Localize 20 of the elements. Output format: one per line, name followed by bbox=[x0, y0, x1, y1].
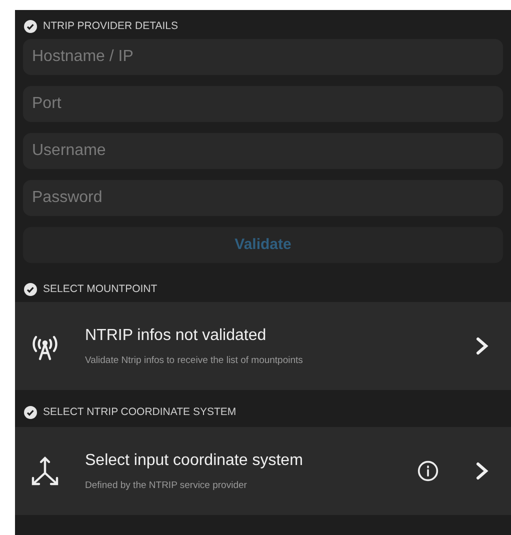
item-subtitle: Defined by the NTRIP service provider bbox=[85, 478, 248, 493]
info-icon[interactable] bbox=[417, 460, 439, 482]
check-circle-icon bbox=[24, 20, 37, 33]
item-title: NTRIP infos not validated bbox=[85, 326, 268, 346]
list-item[interactable]: NTRIP infos not validated Validate Ntrip infos to receive the list of mountpoints bbox=[15, 302, 511, 390]
section-header: SELECT MOUNTPOINT bbox=[43, 284, 158, 295]
item-subtitle: Validate Ntrip infos to receive the list of mountpoints bbox=[85, 354, 304, 368]
chevron-right-icon bbox=[475, 336, 489, 356]
axes-icon bbox=[29, 455, 61, 487]
chevron-right-icon bbox=[475, 461, 489, 481]
section-header: SELECT NTRIP COORDINATE SYSTEM bbox=[43, 407, 236, 418]
section-header: NTRIP PROVIDER DETAILS bbox=[43, 21, 178, 32]
check-circle-icon bbox=[24, 283, 37, 296]
list-item[interactable]: Select input coordinate system Defined by the NTRIP service provider bbox=[15, 427, 511, 515]
input-field[interactable]: Port bbox=[23, 86, 503, 122]
input-field[interactable]: Password bbox=[23, 180, 503, 216]
input-field[interactable]: Hostname / IP bbox=[23, 39, 503, 75]
check-circle-icon bbox=[24, 406, 37, 419]
item-title: Select input coordinate system bbox=[85, 450, 304, 471]
input-field[interactable]: Username bbox=[23, 133, 503, 169]
